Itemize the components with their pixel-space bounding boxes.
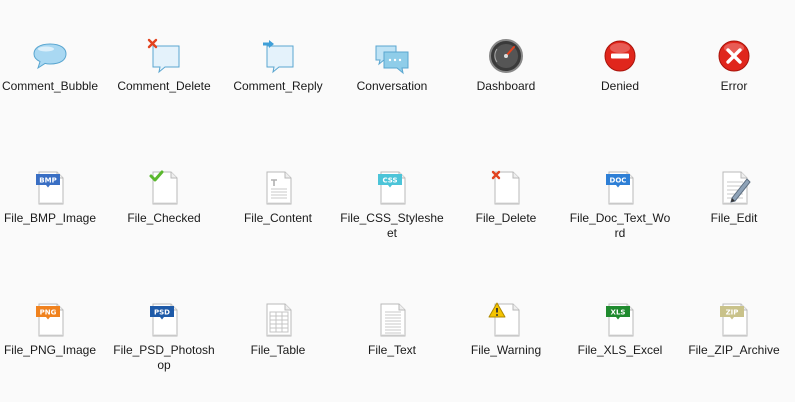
icon-label: File_Table [250,343,306,357]
icon-label: File_CSS_Stylesheet [340,211,444,240]
file-bmp-image-icon: BMP [30,168,70,208]
file-png-image-icon: PNG [30,300,70,340]
icon-label: File_XLS_Excel [577,343,663,357]
denied-icon [600,36,640,76]
svg-text:PNG: PNG [40,309,57,317]
icon-label: File_Doc_Text_Word [569,211,671,240]
icon-item-file-zip-archive[interactable]: ZIP File_ZIP_Archive [682,300,786,358]
icon-item-comment-reply[interactable]: Comment_Reply [226,36,330,94]
conversation-icon [372,36,412,76]
icon-item-file-delete[interactable]: File_Delete [454,168,558,226]
icon-item-file-doc-text-word[interactable]: DOC File_Doc_Text_Word [568,168,672,241]
icon-label: Comment_Reply [233,79,323,93]
file-delete-icon [486,168,526,208]
file-xls-excel-icon: XLS [600,300,640,340]
file-zip-archive-icon: ZIP [714,300,754,340]
icon-label: File_BMP_Image [3,211,97,225]
icon-label: Conversation [356,79,428,93]
svg-text:BMP: BMP [39,177,56,185]
comment-delete-icon [144,36,184,76]
icon-label: File_Content [243,211,313,225]
dashboard-icon [486,36,526,76]
icon-item-dashboard[interactable]: Dashboard [454,36,558,94]
file-content-icon [258,168,298,208]
file-text-icon [372,300,412,340]
comment-bubble-icon [30,36,70,76]
icon-label: File_PNG_Image [3,343,97,357]
icon-item-error[interactable]: Error [682,36,786,94]
file-edit-icon [714,168,754,208]
file-table-icon [258,300,298,340]
comment-reply-icon [258,36,298,76]
icon-item-conversation[interactable]: Conversation [340,36,444,94]
icon-item-comment-bubble[interactable]: Comment_Bubble [0,36,102,94]
svg-text:PSD: PSD [154,309,170,317]
icon-label: Comment_Bubble [1,79,99,93]
icon-item-file-content[interactable]: File_Content [226,168,330,226]
svg-text:XLS: XLS [611,309,626,317]
icon-label: File_Checked [127,211,201,225]
icon-item-file-bmp-image[interactable]: BMP File_BMP_Image [0,168,102,226]
icon-item-file-css-stylesheet[interactable]: CSS File_CSS_Stylesheet [340,168,444,241]
icon-item-denied[interactable]: Denied [568,36,672,94]
icon-label: File_ZIP_Archive [688,343,780,357]
svg-text:ZIP: ZIP [726,309,739,317]
file-css-stylesheet-icon: CSS [372,168,412,208]
icon-label: File_Warning [470,343,542,357]
icon-label: Denied [600,79,640,93]
icon-label: File_PSD_Photoshop [113,343,215,372]
icon-item-file-checked[interactable]: File_Checked [112,168,216,226]
icon-item-file-xls-excel[interactable]: XLS File_XLS_Excel [568,300,672,358]
icon-label: File_Text [367,343,417,357]
icon-item-file-table[interactable]: File_Table [226,300,330,358]
error-icon [714,36,754,76]
icon-item-comment-delete[interactable]: Comment_Delete [112,36,216,94]
icon-label: File_Delete [475,211,537,225]
icon-item-file-text[interactable]: File_Text [340,300,444,358]
icon-item-file-psd-photoshop[interactable]: PSD File_PSD_Photoshop [112,300,216,373]
icon-grid: Comment_Bubble Comment_Delete Comment_Re… [0,0,795,402]
icon-label: File_Edit [710,211,758,225]
icon-item-file-warning[interactable]: File_Warning [454,300,558,358]
file-doc-text-word-icon: DOC [600,168,640,208]
svg-text:CSS: CSS [382,177,397,185]
file-checked-icon [144,168,184,208]
svg-text:DOC: DOC [610,177,627,185]
icon-item-file-png-image[interactable]: PNG File_PNG_Image [0,300,102,358]
icon-label: Comment_Delete [117,79,211,93]
file-warning-icon [486,300,526,340]
icon-label: Error [720,79,748,93]
icon-item-file-edit[interactable]: File_Edit [682,168,786,226]
file-psd-photoshop-icon: PSD [144,300,184,340]
icon-label: Dashboard [476,79,536,93]
